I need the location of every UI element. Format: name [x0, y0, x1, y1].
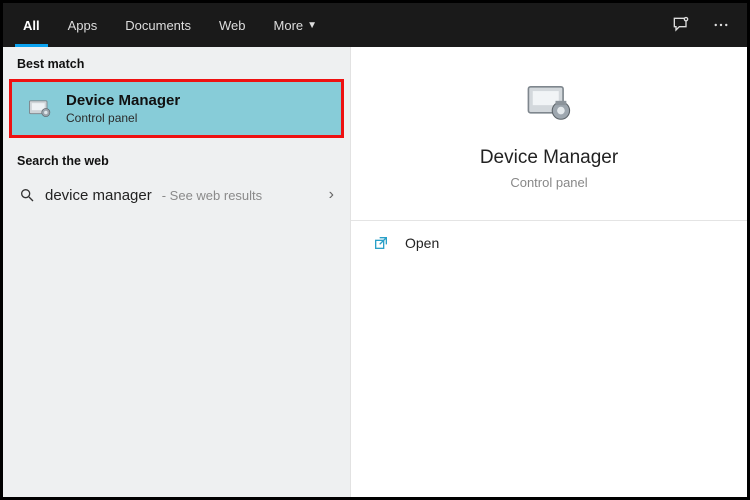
tab-more[interactable]: More ▼ [260, 3, 332, 47]
web-search-result[interactable]: device manager - See web results › [3, 176, 350, 214]
web-hint-text: - See web results [162, 188, 262, 203]
search-filter-tabs: All Apps Documents Web More ▼ [3, 3, 747, 47]
best-match-title: Device Manager [66, 92, 180, 109]
best-match-subtitle: Control panel [66, 111, 180, 125]
chevron-right-icon: › [329, 186, 334, 204]
search-icon [19, 187, 35, 203]
tab-documents[interactable]: Documents [111, 3, 205, 47]
open-icon [373, 235, 391, 251]
chevron-down-icon: ▼ [307, 20, 317, 31]
open-label: Open [405, 235, 439, 251]
best-match-result[interactable]: Device Manager Control panel [9, 79, 344, 138]
tab-web[interactable]: Web [205, 3, 260, 47]
more-options-icon[interactable] [701, 3, 741, 47]
web-query-text: device manager [45, 187, 152, 204]
device-manager-large-icon [523, 77, 575, 129]
preview-title: Device Manager [361, 147, 737, 169]
tab-more-label: More [274, 18, 304, 33]
open-action[interactable]: Open [351, 221, 747, 265]
best-match-heading: Best match [3, 47, 350, 79]
tab-apps[interactable]: Apps [54, 3, 112, 47]
tab-all[interactable]: All [9, 3, 54, 47]
search-web-heading: Search the web [3, 144, 350, 176]
device-manager-icon [26, 95, 54, 123]
results-panel: Best match Device Manager Control panel … [3, 47, 351, 497]
preview-subtitle: Control panel [361, 175, 737, 190]
preview-panel: Device Manager Control panel Open [351, 47, 747, 497]
feedback-icon[interactable] [661, 3, 701, 47]
